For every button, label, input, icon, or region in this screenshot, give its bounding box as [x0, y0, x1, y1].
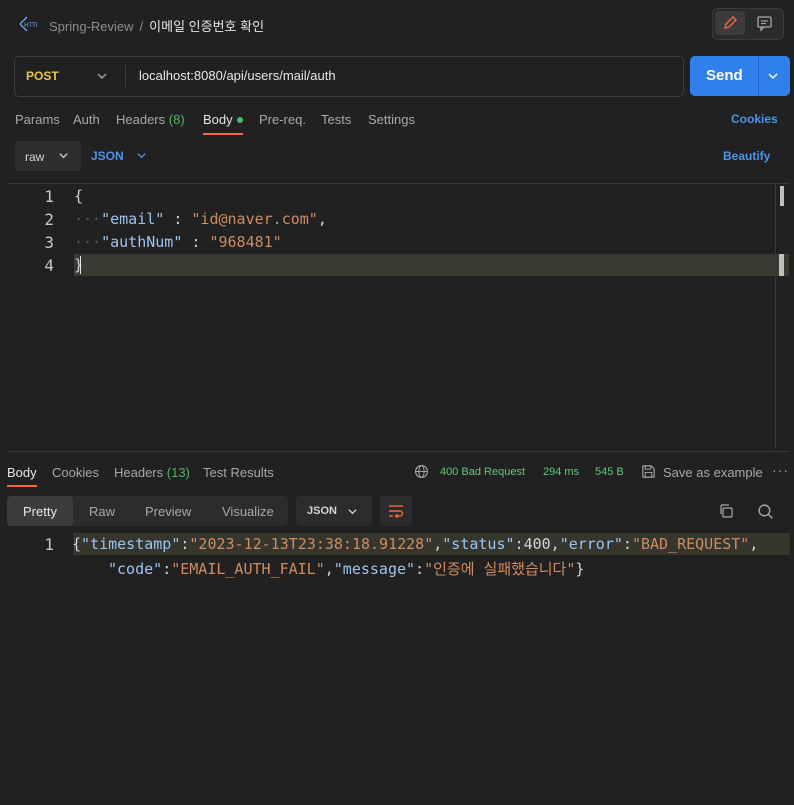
save-as-example-button[interactable]: Save as example [663, 465, 763, 480]
tab-tests[interactable]: Tests [321, 112, 351, 127]
json-key: "authNum" [101, 233, 183, 251]
view-visualize[interactable]: Visualize [222, 504, 274, 519]
view-preview[interactable]: Preview [145, 504, 191, 519]
active-tab-indicator [203, 133, 243, 135]
tab-auth[interactable]: Auth [73, 112, 100, 127]
body-language-select[interactable]: JSON [91, 149, 124, 163]
response-tab-test-results[interactable]: Test Results [203, 465, 274, 480]
edit-mode-button[interactable] [715, 11, 745, 35]
response-tab-headers[interactable]: Headers (13) [114, 465, 190, 480]
http-icon: HTTP [19, 16, 37, 32]
json-value: "968481" [209, 233, 282, 251]
line-number: 1 [44, 535, 54, 554]
comments-button[interactable] [749, 11, 779, 35]
response-tab-cookies[interactable]: Cookies [52, 465, 99, 480]
response-status[interactable]: 400 Bad Request [440, 466, 525, 478]
response-code-line: {"timestamp":"2023-12-13T23:38:18.91228"… [72, 535, 759, 553]
breadcrumb-workspace[interactable]: Spring-Review [49, 19, 134, 34]
save-icon[interactable] [641, 464, 656, 479]
response-time[interactable]: 294 ms [543, 466, 579, 478]
tab-headers-count: (8) [168, 112, 185, 127]
send-divider [758, 56, 759, 96]
current-line-highlight [74, 254, 789, 276]
json-key: "status" [442, 535, 515, 553]
json-value: "id@naver.com" [191, 210, 318, 228]
svg-text:HTTP: HTTP [24, 22, 37, 29]
json-key: "message" [333, 560, 416, 578]
url-input[interactable]: localhost:8080/api/users/mail/auth [139, 68, 336, 83]
tab-prereq[interactable]: Pre-req. [259, 112, 306, 127]
tab-params[interactable]: Params [15, 112, 60, 127]
wrap-lines-icon[interactable] [387, 502, 405, 520]
chevron-down-icon[interactable] [96, 70, 108, 82]
json-key: "timestamp" [81, 535, 181, 553]
view-raw[interactable]: Raw [89, 504, 115, 519]
json-brace: } [575, 560, 585, 578]
json-comma: , [749, 535, 759, 553]
globe-icon[interactable] [414, 464, 429, 479]
body-mode-label[interactable]: raw [25, 150, 44, 164]
chevron-down-icon[interactable] [347, 506, 358, 517]
line-number: 2 [44, 210, 54, 229]
json-value: 400 [523, 535, 551, 553]
pencil-icon [724, 16, 737, 29]
editor-scrollbar[interactable] [780, 186, 784, 206]
json-separator: : [164, 210, 192, 228]
code-line: } [74, 256, 83, 274]
json-key: "code" [108, 560, 163, 578]
json-comma: , [317, 210, 327, 228]
response-tab-body[interactable]: Body [7, 465, 37, 480]
tab-body-label: Body [203, 112, 233, 127]
tab-settings[interactable]: Settings [368, 112, 415, 127]
beautify-button[interactable]: Beautify [723, 149, 770, 163]
breadcrumb: Spring-Review / 이메일 인증번호 확인 [49, 16, 264, 35]
send-button-label[interactable]: Send [706, 67, 743, 84]
response-tab-headers-count: (13) [166, 465, 190, 480]
code-line: ···"email" : "id@naver.com", [74, 210, 327, 228]
view-pretty[interactable]: Pretty [23, 504, 57, 519]
tab-body[interactable]: Body [203, 112, 243, 127]
cookies-link[interactable]: Cookies [731, 112, 778, 126]
editor-scroll-track [775, 184, 776, 449]
response-tab-headers-label: Headers [114, 465, 164, 480]
editor-cursor-marker [779, 254, 784, 276]
json-key: "email" [101, 210, 165, 228]
breadcrumb-separator: / [139, 19, 144, 34]
body-indicator-dot [236, 116, 243, 123]
tab-headers[interactable]: Headers (8) [116, 112, 185, 127]
response-format-label[interactable]: JSON [307, 505, 337, 517]
json-value: "BAD_REQUEST" [631, 535, 750, 553]
response-code-line: "code":"EMAIL_AUTH_FAIL","message":"인증에 … [108, 560, 585, 578]
code-line: ···"authNum" : "968481" [74, 233, 282, 251]
json-value: "인증에 실패했습니다" [424, 560, 576, 578]
line-number: 3 [44, 233, 54, 252]
open-brace: { [74, 187, 84, 205]
line-number: 4 [44, 256, 54, 275]
method-select[interactable]: POST [26, 69, 59, 83]
more-options-icon[interactable]: ··· [772, 462, 789, 478]
code-line: { [74, 187, 83, 205]
json-separator: : [182, 233, 210, 251]
chevron-down-icon[interactable] [767, 70, 779, 82]
url-divider [125, 65, 126, 87]
response-size[interactable]: 545 B [595, 466, 624, 478]
close-brace: } [74, 256, 84, 274]
json-value: "EMAIL_AUTH_FAIL" [171, 560, 325, 578]
search-icon[interactable] [757, 503, 774, 520]
json-brace: { [72, 535, 82, 553]
url-bar [14, 56, 684, 97]
text-caret [80, 256, 81, 274]
line-number: 1 [44, 187, 54, 206]
response-active-tab-indicator [7, 485, 37, 487]
comment-icon [757, 16, 772, 32]
json-value: "2023-12-13T23:38:18.91228" [189, 535, 434, 553]
tab-headers-label: Headers [116, 112, 166, 127]
json-key: "error" [559, 535, 623, 553]
breadcrumb-request-name[interactable]: 이메일 인증번호 확인 [149, 19, 264, 34]
copy-icon[interactable] [718, 503, 734, 519]
chevron-down-icon[interactable] [136, 150, 147, 161]
chevron-down-icon[interactable] [58, 150, 69, 161]
